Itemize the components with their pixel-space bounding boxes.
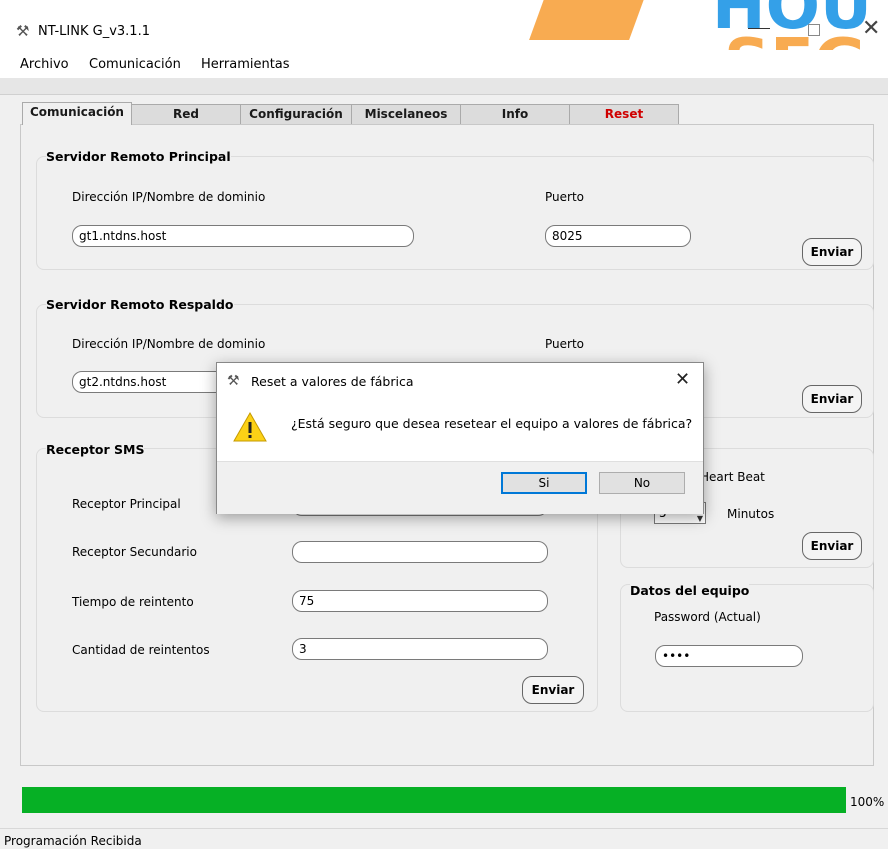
menu-archivo[interactable]: Archivo — [20, 57, 69, 72]
progress-bar — [22, 787, 846, 813]
dialog-close-icon[interactable]: ✕ — [675, 369, 690, 390]
group-title: Receptor SMS — [46, 442, 145, 457]
retry-time-input[interactable]: 75 — [292, 590, 548, 612]
send-heartbeat-button[interactable]: Enviar — [802, 532, 862, 560]
dialog-title: Reset a valores de fábrica — [251, 374, 414, 389]
tab-red[interactable]: Red — [131, 104, 241, 124]
tab-info[interactable]: Info — [460, 104, 570, 124]
group-title: Servidor Remoto Principal — [46, 149, 231, 164]
send-backup-button[interactable]: Enviar — [802, 385, 862, 413]
app-icon: ⚒ — [16, 22, 30, 40]
yes-button[interactable]: Si — [501, 472, 587, 494]
window-title: NT-LINK G_v3.1.1 — [38, 24, 150, 39]
primary-port-input[interactable]: 8025 — [545, 225, 691, 247]
status-text: Programación Recibida — [4, 834, 142, 848]
send-sms-button[interactable]: Enviar — [522, 676, 584, 704]
progress-percent: 100% — [850, 795, 885, 809]
menu-herramientas[interactable]: Herramientas — [201, 57, 290, 72]
heartbeat-unit: Minutos — [727, 507, 775, 521]
tab-miscelaneos[interactable]: Miscelaneos — [351, 104, 461, 124]
password-input[interactable]: •••• — [655, 645, 803, 667]
menu-comunicacion[interactable]: Comunicación — [89, 57, 181, 72]
no-button[interactable]: No — [599, 472, 685, 494]
sms-primary-label: Receptor Principal — [72, 497, 181, 511]
reset-dialog: ⚒ Reset a valores de fábrica ✕ ¿Está seg… — [216, 362, 704, 514]
tab-comunicacion[interactable]: Comunicación — [22, 102, 132, 125]
group-title: Datos del equipo — [630, 583, 750, 598]
tab-configuracion[interactable]: Configuración — [240, 104, 352, 124]
ip-label: Dirección IP/Nombre de dominio — [72, 190, 266, 204]
retry-count-input[interactable]: 3 — [292, 638, 548, 660]
tab-reset[interactable]: Reset — [569, 104, 679, 124]
retry-count-label: Cantidad de reintentos — [72, 643, 210, 657]
ip-label: Dirección IP/Nombre de dominio — [72, 337, 266, 351]
group-title: Servidor Remoto Respaldo — [46, 297, 234, 312]
retry-time-label: Tiempo de reintento — [72, 595, 194, 609]
port-label: Puerto — [545, 190, 584, 204]
group-remote-primary — [36, 156, 874, 270]
sms-secondary-label: Receptor Secundario — [72, 545, 197, 559]
password-label: Password (Actual) — [654, 610, 761, 624]
primary-ip-input[interactable]: gt1.ntdns.host — [72, 225, 414, 247]
sms-secondary-input[interactable] — [292, 541, 548, 563]
app-icon: ⚒ — [227, 373, 240, 389]
send-primary-button[interactable]: Enviar — [802, 238, 862, 266]
heartbeat-label: Heart Beat — [700, 470, 765, 484]
warning-icon — [233, 411, 267, 442]
port-label: Puerto — [545, 337, 584, 351]
toolbar-strip — [0, 78, 888, 95]
dialog-message: ¿Está seguro que desea resetear el equip… — [291, 416, 693, 431]
